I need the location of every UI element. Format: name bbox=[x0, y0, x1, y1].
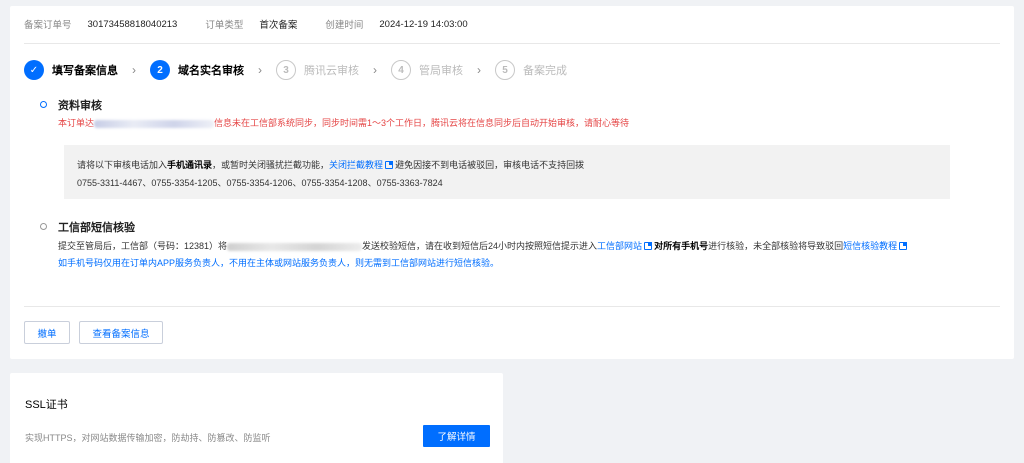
sync-warning: 本订单达 信息未在工信部系统同步，同步时间需1～3个工作日，腾讯云将在信息同步后自… bbox=[58, 116, 629, 129]
review-phone-numbers: 0755-3311-4467、0755-3354-1205、0755-3354-… bbox=[77, 178, 443, 188]
step-label: 备案完成 bbox=[523, 65, 567, 77]
external-link-icon[interactable] bbox=[644, 242, 653, 250]
external-link-icon[interactable] bbox=[385, 161, 394, 169]
sms-exemption-note: 如手机号码仅用在订单内APP服务负责人，不用在主体或网站服务负责人，则无需到工信… bbox=[58, 258, 500, 268]
notice-line: 请将以下审核电话加入手机通讯录，或暂时关闭骚扰拦截功能，关闭拦截教程 避免因接不到… bbox=[77, 160, 585, 170]
chevron-right-icon: › bbox=[132, 63, 136, 77]
step-label: 域名实名审核 bbox=[178, 65, 244, 77]
review-title: 资料审核 bbox=[58, 100, 102, 112]
step-tencent-review: 3 腾讯云审核 bbox=[276, 60, 359, 80]
warning-text: 信息未在工信部系统同步，同步时间需1～3个工作日，腾讯云将在信息同步后自动开始审… bbox=[214, 118, 630, 128]
step-complete: 5 备案完成 bbox=[495, 60, 567, 80]
step-number: 5 bbox=[495, 60, 515, 80]
step-label: 填写备案信息 bbox=[52, 65, 118, 77]
order-info-row: 备案订单号 30173458818040213 订单类型 首次备案 创建时间 2… bbox=[24, 17, 496, 32]
redacted-phones bbox=[227, 242, 363, 251]
created-time-label: 创建时间 bbox=[325, 20, 364, 31]
progress-steps: ✓ 填写备案信息 › 2 域名实名审核 › 3 腾讯云审核 › 4 管局审核 ›… bbox=[24, 60, 567, 80]
external-link-icon[interactable] bbox=[899, 242, 908, 250]
step-label: 管局审核 bbox=[419, 65, 463, 77]
order-id-label: 备案订单号 bbox=[24, 20, 72, 31]
redacted-domain bbox=[94, 119, 215, 128]
ssl-title: SSL证书 bbox=[25, 399, 68, 411]
sms-instructions: 提交至管局后，工信部（号码：12381）将 发送校验短信，请在收到短信后24小时内… bbox=[58, 239, 909, 252]
chevron-right-icon: › bbox=[477, 63, 481, 77]
divider bbox=[24, 306, 1000, 307]
filing-order-card: 备案订单号 30173458818040213 订单类型 首次备案 创建时间 2… bbox=[10, 6, 1014, 359]
disable-block-tutorial-link[interactable]: 关闭拦截教程 bbox=[329, 160, 383, 170]
ssl-promo-card: SSL证书 实现HTTPS，对网站数据传输加密，防劫持、防篡改、防监听 了解详情 bbox=[10, 373, 503, 463]
ssl-description: 实现HTTPS，对网站数据传输加密，防劫持、防篡改、防监听 bbox=[25, 433, 271, 443]
chevron-right-icon: › bbox=[373, 63, 377, 77]
contacts-emphasis: 手机通讯录 bbox=[167, 160, 213, 170]
order-type-value: 首次备案 bbox=[259, 20, 298, 31]
step-number: 3 bbox=[276, 60, 296, 80]
phone-notice-box: 请将以下审核电话加入手机通讯录，或暂时关闭骚扰拦截功能，关闭拦截教程 避免因接不到… bbox=[64, 145, 950, 199]
timeline-dot-active bbox=[40, 101, 47, 108]
step-label: 腾讯云审核 bbox=[304, 65, 359, 77]
order-type-label: 订单类型 bbox=[205, 20, 244, 31]
created-time-value: 2024-12-19 14:03:00 bbox=[379, 18, 468, 30]
step-number: 2 bbox=[150, 60, 170, 80]
miit-site-link[interactable]: 工信部网站 bbox=[597, 241, 642, 251]
divider bbox=[24, 43, 1000, 44]
chevron-right-icon: › bbox=[258, 63, 262, 77]
warning-prefix: 本订单达 bbox=[58, 118, 95, 128]
step-bureau-review: 4 管局审核 bbox=[391, 60, 463, 80]
sms-verify-title: 工信部短信核验 bbox=[58, 222, 135, 234]
timeline-dot bbox=[40, 223, 47, 230]
order-id-value: 30173458818040213 bbox=[87, 18, 178, 30]
withdraw-button[interactable]: 撤单 bbox=[24, 321, 70, 344]
learn-more-button[interactable]: 了解详情 bbox=[423, 425, 490, 447]
step-fill-info: ✓ 填写备案信息 bbox=[24, 60, 118, 80]
step-domain-verify: 2 域名实名审核 bbox=[150, 60, 244, 80]
sms-tutorial-link[interactable]: 短信核验教程 bbox=[843, 241, 897, 251]
view-filing-info-button[interactable]: 查看备案信息 bbox=[79, 321, 163, 344]
check-icon: ✓ bbox=[24, 60, 44, 80]
step-number: 4 bbox=[391, 60, 411, 80]
